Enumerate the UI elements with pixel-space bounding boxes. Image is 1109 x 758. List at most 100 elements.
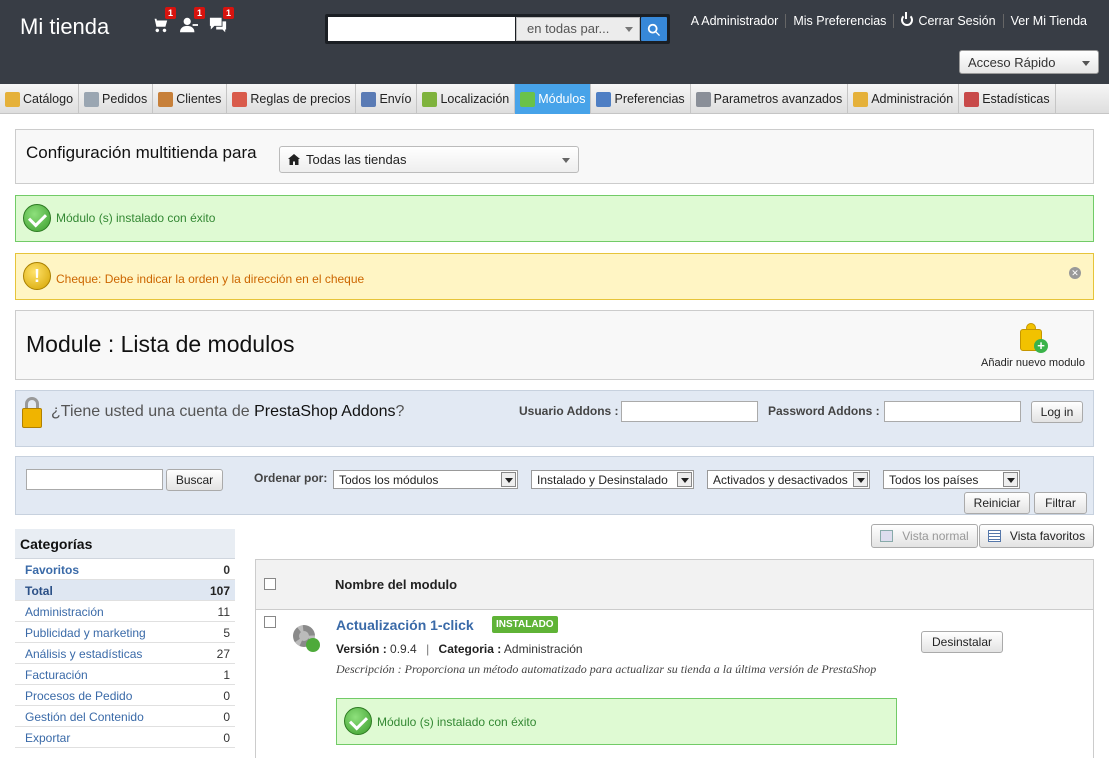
uninstall-button[interactable]: Desinstalar [921, 631, 1003, 653]
globe-icon [422, 91, 438, 107]
category-name: Gestión del Contenido [25, 710, 144, 724]
module-list: Nombre del modulo Actualización 1-click … [255, 559, 1094, 758]
messages-count-badge: 1 [223, 7, 235, 19]
menu-tab-0[interactable]: Catálogo [0, 84, 80, 114]
addons-password-label: Password Addons : [768, 404, 880, 418]
view-shop-link[interactable]: Ver Mi Tienda [1002, 14, 1094, 28]
menu-tab-6[interactable]: Módulos [515, 84, 592, 114]
add-puzzle-icon: + [1018, 323, 1049, 353]
enabled-status-select[interactable]: Activados y desactivados [707, 470, 870, 489]
menu-tab-8[interactable]: Parametros avanzados [691, 84, 849, 114]
favorites-view-button[interactable]: Vista favoritos [979, 524, 1094, 548]
multistore-panel: Configuración multitienda para Todas las… [15, 129, 1094, 184]
messages-icon[interactable]: 1 [209, 7, 235, 36]
addons-user-input[interactable] [621, 401, 758, 422]
close-icon[interactable]: ✕ [1069, 267, 1081, 279]
employee-link[interactable]: A Administrador [684, 14, 786, 28]
normal-view-button[interactable]: Vista normal [871, 524, 978, 548]
category-count: 0 [223, 689, 230, 703]
menu-tab-9[interactable]: Administración [848, 84, 960, 114]
module-type-select[interactable]: Todos los módulos [333, 470, 518, 489]
home-icon [288, 154, 300, 165]
module-name[interactable]: Actualización 1-click [336, 617, 474, 633]
menu-tab-3[interactable]: Reglas de precios [227, 84, 357, 114]
addons-password-input[interactable] [884, 401, 1021, 422]
preferences-link[interactable]: Mis Preferencias [785, 14, 893, 28]
category-item[interactable]: Publicidad y marketing 5 [15, 622, 235, 643]
category-count: 107 [209, 584, 230, 598]
price-rules-icon [232, 91, 248, 107]
sort-label: Ordenar por: [254, 471, 328, 485]
menu-tab-2[interactable]: Clientes [153, 84, 228, 114]
orders-count-badge: 1 [165, 7, 177, 19]
multistore-label: Configuración multitienda para [26, 143, 257, 162]
cart-icon[interactable]: 1 [151, 7, 177, 36]
shop-context-select[interactable]: Todas las tiendas [279, 146, 579, 173]
category-count: 0 [223, 731, 230, 745]
menu-tab-label: Envío [379, 92, 412, 106]
category-item[interactable]: Procesos de Pedido 0 [15, 685, 235, 706]
module-success-alert: Módulo (s) instalado con éxito [336, 698, 897, 745]
addons-login-button[interactable]: Log in [1031, 401, 1083, 423]
categories-list: Favoritos 0 Total 107 Administración 11 Public… [15, 559, 235, 748]
quick-access-select[interactable]: Acceso Rápido [959, 50, 1099, 74]
category-item[interactable]: Facturación 1 [15, 664, 235, 685]
category-item[interactable]: Favoritos 0 [15, 559, 235, 580]
success-message: Módulo (s) instalado con éxito [56, 211, 216, 225]
module-list-header: Nombre del modulo [256, 560, 1093, 610]
category-count: 11 [217, 605, 230, 619]
category-count: 0 [223, 563, 230, 577]
user-icon [158, 91, 174, 107]
check-icon [23, 204, 51, 232]
module-search-input[interactable] [26, 469, 163, 490]
search-scope-label: en todas par... [527, 21, 610, 36]
select-all-checkbox[interactable] [264, 578, 276, 590]
search-scope-select[interactable]: en todas par... [516, 17, 640, 41]
menu-tab-7[interactable]: Preferencias [591, 84, 691, 114]
module-search-button[interactable]: Buscar [166, 469, 223, 491]
category-item[interactable]: Análisis y estadísticas 27 [15, 643, 235, 664]
categories-panel: Categorías Favoritos 0 Total 107 Administrac… [15, 529, 235, 758]
check-icon [344, 707, 372, 735]
search-button[interactable] [641, 17, 667, 41]
page-title: Module : Lista de modulos [26, 331, 295, 357]
power-icon [901, 12, 914, 26]
addons-prompt: ¿Tiene usted una cuenta de PrestaShop Ad… [51, 403, 404, 421]
menu-tab-10[interactable]: Estadísticas [959, 84, 1056, 114]
category-item[interactable]: Gestión del Contenido 0 [15, 706, 235, 727]
category-item[interactable]: Total 107 [15, 580, 235, 601]
add-module-button[interactable]: + Añadir nuevo modulo [981, 323, 1085, 369]
category-count: 0 [223, 710, 230, 724]
module-success-message: Módulo (s) instalado con éxito [377, 715, 537, 729]
menu-tab-label: Catálogo [23, 92, 74, 106]
category-count: 27 [216, 647, 230, 661]
menu-tab-label: Pedidos [102, 92, 148, 106]
installed-badge: INSTALADO [492, 616, 558, 633]
shop-name[interactable]: Mi tienda [20, 14, 109, 40]
preferences-icon [596, 91, 612, 107]
truck-icon [361, 91, 377, 107]
menu-tab-1[interactable]: Pedidos [79, 84, 154, 114]
category-item[interactable]: Administración 11 [15, 601, 235, 622]
search-input[interactable] [328, 17, 515, 41]
menu-tab-label: Preferencias [614, 92, 685, 106]
cart-icon [84, 91, 100, 107]
warning-icon: ! [23, 262, 51, 290]
category-item[interactable]: Exportar 0 [15, 727, 235, 748]
country-select[interactable]: Todos los países [883, 470, 1020, 489]
module-checkbox[interactable] [264, 616, 276, 628]
install-status-select[interactable]: Instalado y Desinstalado [531, 470, 694, 489]
menu-tab-4[interactable]: Envío [356, 84, 418, 114]
menu-tab-5[interactable]: Localización [417, 84, 516, 114]
logout-link[interactable]: Cerrar Sesión [893, 12, 1002, 28]
chart-icon [964, 91, 980, 107]
chevron-down-icon [501, 472, 516, 487]
menu-tab-label: Módulos [538, 92, 586, 106]
success-alert: Módulo (s) instalado con éxito [15, 195, 1094, 242]
chevron-down-icon [853, 472, 868, 487]
reset-button[interactable]: Reiniciar [964, 492, 1030, 514]
customer-icon[interactable]: 1 [180, 7, 206, 36]
module-row: Actualización 1-click INSTALADO Versión … [256, 610, 1093, 758]
filter-button[interactable]: Filtrar [1034, 492, 1087, 514]
lock-icon [22, 397, 42, 429]
